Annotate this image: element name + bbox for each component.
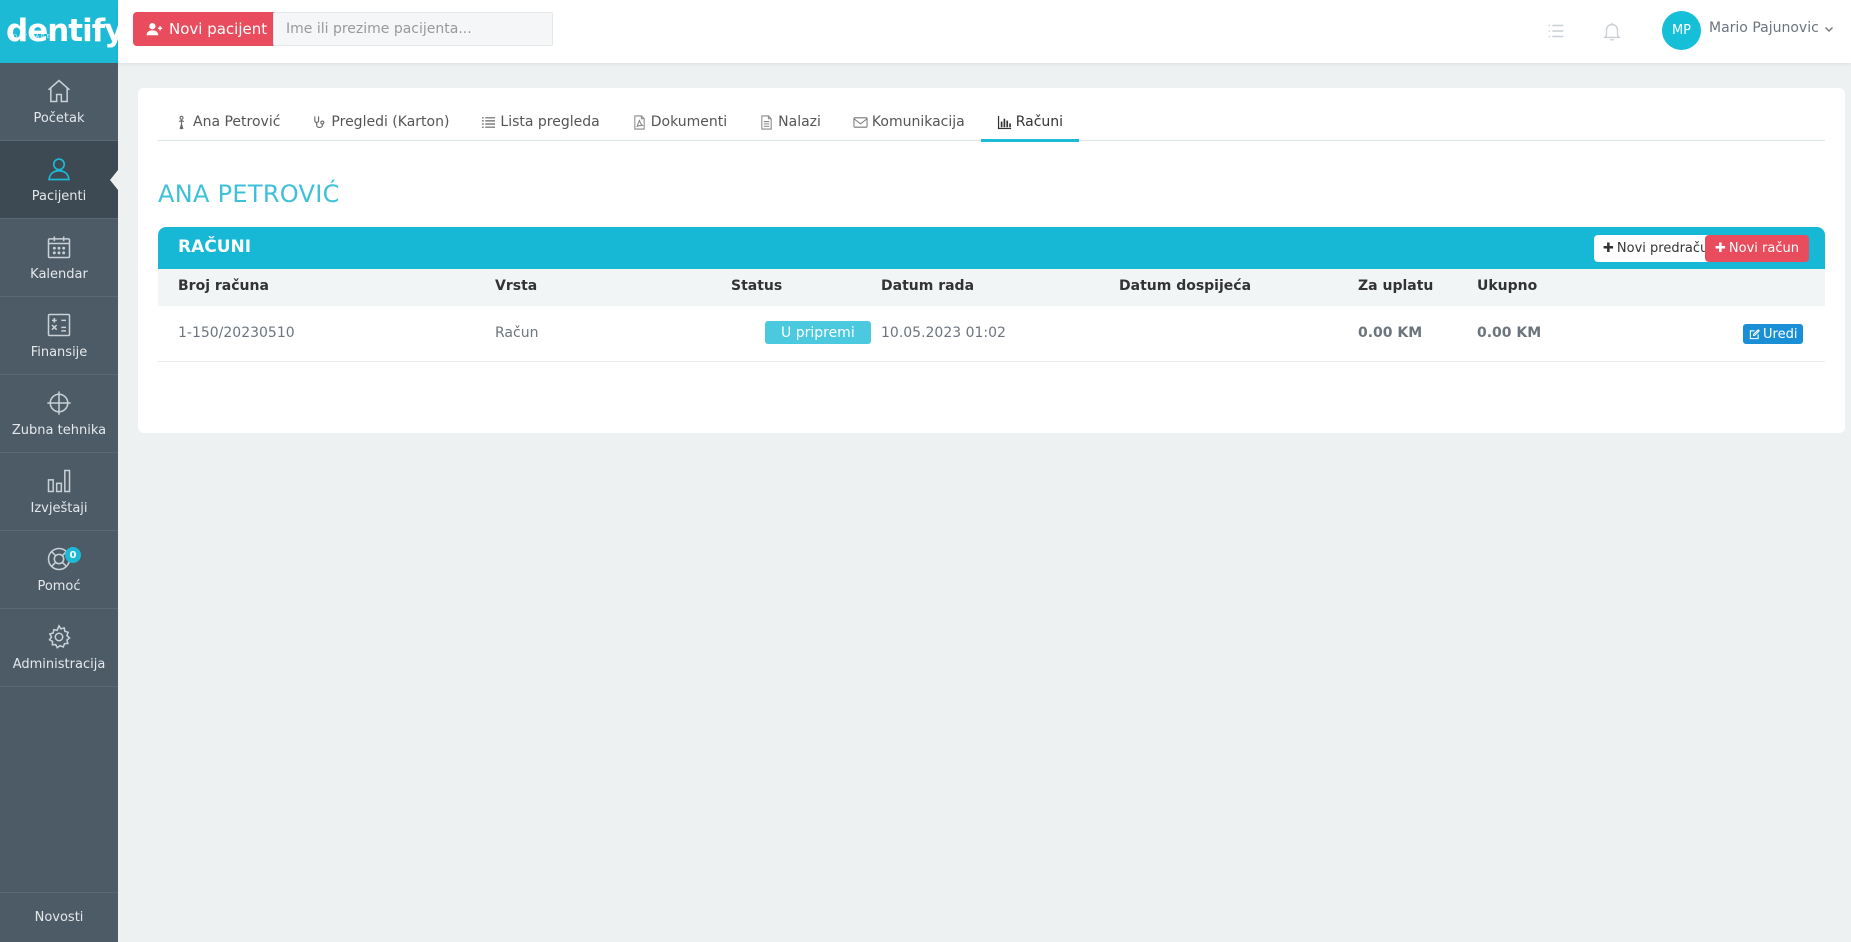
tab-label: Pregledi (Karton) bbox=[331, 114, 450, 130]
user-name[interactable]: Mario Pajunovic bbox=[1709, 20, 1819, 36]
tab-label: Nalazi bbox=[778, 114, 821, 130]
table-row: 1-150/20230510 Račun U pripremi 10.05.20… bbox=[158, 306, 1825, 362]
sidebar: dentify SOFTWARE Početak Pacijenti Kalen… bbox=[0, 0, 124, 942]
column-header[interactable]: Ukupno bbox=[1477, 278, 1537, 294]
invoices-table-header: Broj računa Vrsta Status Datum rada Datu… bbox=[158, 269, 1825, 306]
status-badge: U pripremi bbox=[765, 321, 871, 344]
new-estimate-label: Novi predračun bbox=[1616, 241, 1717, 256]
add-user-icon bbox=[146, 23, 163, 36]
tab-label: Dokumenti bbox=[650, 114, 728, 130]
edit-label: Uredi bbox=[1763, 326, 1798, 342]
person-icon bbox=[178, 115, 185, 130]
user-avatar[interactable]: MP bbox=[1662, 11, 1701, 50]
sidebar-item-zubna-tehnika[interactable]: Zubna tehnika bbox=[0, 375, 118, 453]
sidebar-item-pacijenti[interactable]: Pacijenti bbox=[0, 141, 118, 219]
new-invoice-label: Novi račun bbox=[1728, 241, 1799, 256]
list-icon[interactable] bbox=[1545, 20, 1567, 42]
tab-label: Komunikacija bbox=[871, 114, 965, 130]
column-header[interactable]: Datum dospijeća bbox=[1119, 278, 1251, 294]
logo-text: dentify bbox=[6, 13, 124, 49]
crosshair-icon bbox=[47, 391, 71, 415]
invoice-type: Račun bbox=[495, 325, 539, 341]
sidebar-item-label: Pomoć bbox=[37, 579, 81, 594]
plus-icon: ✚ bbox=[1603, 241, 1614, 256]
column-header[interactable]: Za uplatu bbox=[1358, 278, 1433, 294]
sidebar-item-novosti[interactable]: Novosti bbox=[0, 892, 118, 942]
tab-nalazi[interactable]: Nalazi bbox=[743, 114, 837, 141]
bell-icon[interactable] bbox=[1601, 20, 1623, 42]
gear-icon bbox=[48, 624, 71, 649]
invoice-to-pay: 0.00 KM bbox=[1358, 325, 1423, 341]
calendar-icon bbox=[47, 236, 71, 259]
list-icon bbox=[482, 117, 496, 128]
bar-chart-icon bbox=[47, 469, 71, 493]
tab-pregledi-karton[interactable]: Pregledi (Karton) bbox=[296, 114, 465, 141]
calculator-icon bbox=[47, 313, 71, 337]
envelope-icon bbox=[853, 117, 868, 128]
column-header[interactable]: Datum rada bbox=[881, 278, 974, 294]
sidebar-item-pomoc[interactable]: 0 Pomoć bbox=[0, 531, 118, 609]
sidebar-item-pocetak[interactable]: Početak bbox=[0, 63, 118, 141]
logo[interactable]: dentify SOFTWARE bbox=[0, 0, 124, 63]
tab-label: Ana Petrović bbox=[193, 114, 281, 130]
sidebar-item-administracija[interactable]: Administracija bbox=[0, 609, 118, 687]
home-icon bbox=[47, 79, 71, 103]
invoices-panel-title: RAČUNI bbox=[178, 237, 252, 257]
edit-invoice-button[interactable]: Uredi bbox=[1743, 324, 1804, 344]
edit-icon bbox=[1749, 328, 1760, 339]
user-icon bbox=[48, 158, 70, 181]
chevron-down-icon[interactable] bbox=[1823, 23, 1835, 35]
tab-dokumenti[interactable]: Dokumenti bbox=[616, 114, 743, 141]
invoice-work-date: 10.05.2023 01:02 bbox=[881, 325, 1006, 341]
patient-tabs: Ana Petrović Pregledi (Karton) Lista pre… bbox=[158, 114, 1825, 142]
tab-lista-pregleda[interactable]: Lista pregleda bbox=[465, 114, 615, 141]
patient-card: Ana Petrović Pregledi (Karton) Lista pre… bbox=[138, 88, 1845, 433]
sidebar-item-finansije[interactable]: Finansije bbox=[0, 297, 118, 375]
patient-search-input[interactable] bbox=[273, 12, 553, 46]
tab-label: Računi bbox=[1015, 114, 1064, 130]
sidebar-item-izvjestaji[interactable]: Izvještaji bbox=[0, 453, 118, 531]
tab-patient-info[interactable]: Ana Petrović bbox=[158, 114, 296, 141]
invoices-panel-header: RAČUNI ✚ Novi predračun ✚ Novi račun bbox=[158, 227, 1825, 269]
column-header[interactable]: Vrsta bbox=[495, 278, 537, 294]
tab-racuni[interactable]: Računi bbox=[980, 114, 1080, 142]
patient-name-title: ANA PETROVIĆ bbox=[158, 180, 340, 208]
help-notification-badge: 0 bbox=[65, 547, 81, 563]
logo-subtitle: SOFTWARE bbox=[8, 34, 52, 40]
sidebar-item-label: Početak bbox=[33, 111, 85, 126]
sidebar-item-label: Zubna tehnika bbox=[11, 423, 107, 438]
top-bar: Novi pacijent MP Mario Pajunovic bbox=[118, 0, 1851, 63]
invoice-total: 0.00 KM bbox=[1477, 325, 1542, 341]
column-header[interactable]: Broj računa bbox=[178, 278, 269, 294]
sidebar-item-label: Finansije bbox=[30, 345, 88, 360]
sidebar-item-label: Pacijenti bbox=[31, 189, 87, 204]
invoice-number: 1-150/20230510 bbox=[178, 325, 295, 341]
new-patient-label: Novi pacijent bbox=[169, 20, 268, 38]
sidebar-item-label: Administracija bbox=[12, 657, 106, 672]
plus-icon: ✚ bbox=[1715, 241, 1726, 256]
tab-label: Lista pregleda bbox=[500, 114, 600, 130]
chart-icon bbox=[997, 115, 1011, 130]
tab-komunikacija[interactable]: Komunikacija bbox=[837, 114, 981, 141]
sidebar-item-label: Kalendar bbox=[30, 267, 88, 282]
new-invoice-button[interactable]: ✚ Novi račun bbox=[1705, 235, 1809, 262]
sidebar-item-kalendar[interactable]: Kalendar bbox=[0, 219, 118, 297]
file-icon bbox=[761, 115, 772, 130]
sidebar-item-label: Izvještaji bbox=[30, 501, 88, 516]
new-patient-button[interactable]: Novi pacijent bbox=[133, 12, 281, 46]
pdf-icon bbox=[634, 115, 645, 130]
column-header[interactable]: Status bbox=[731, 278, 782, 294]
stethoscope-icon bbox=[314, 116, 325, 128]
